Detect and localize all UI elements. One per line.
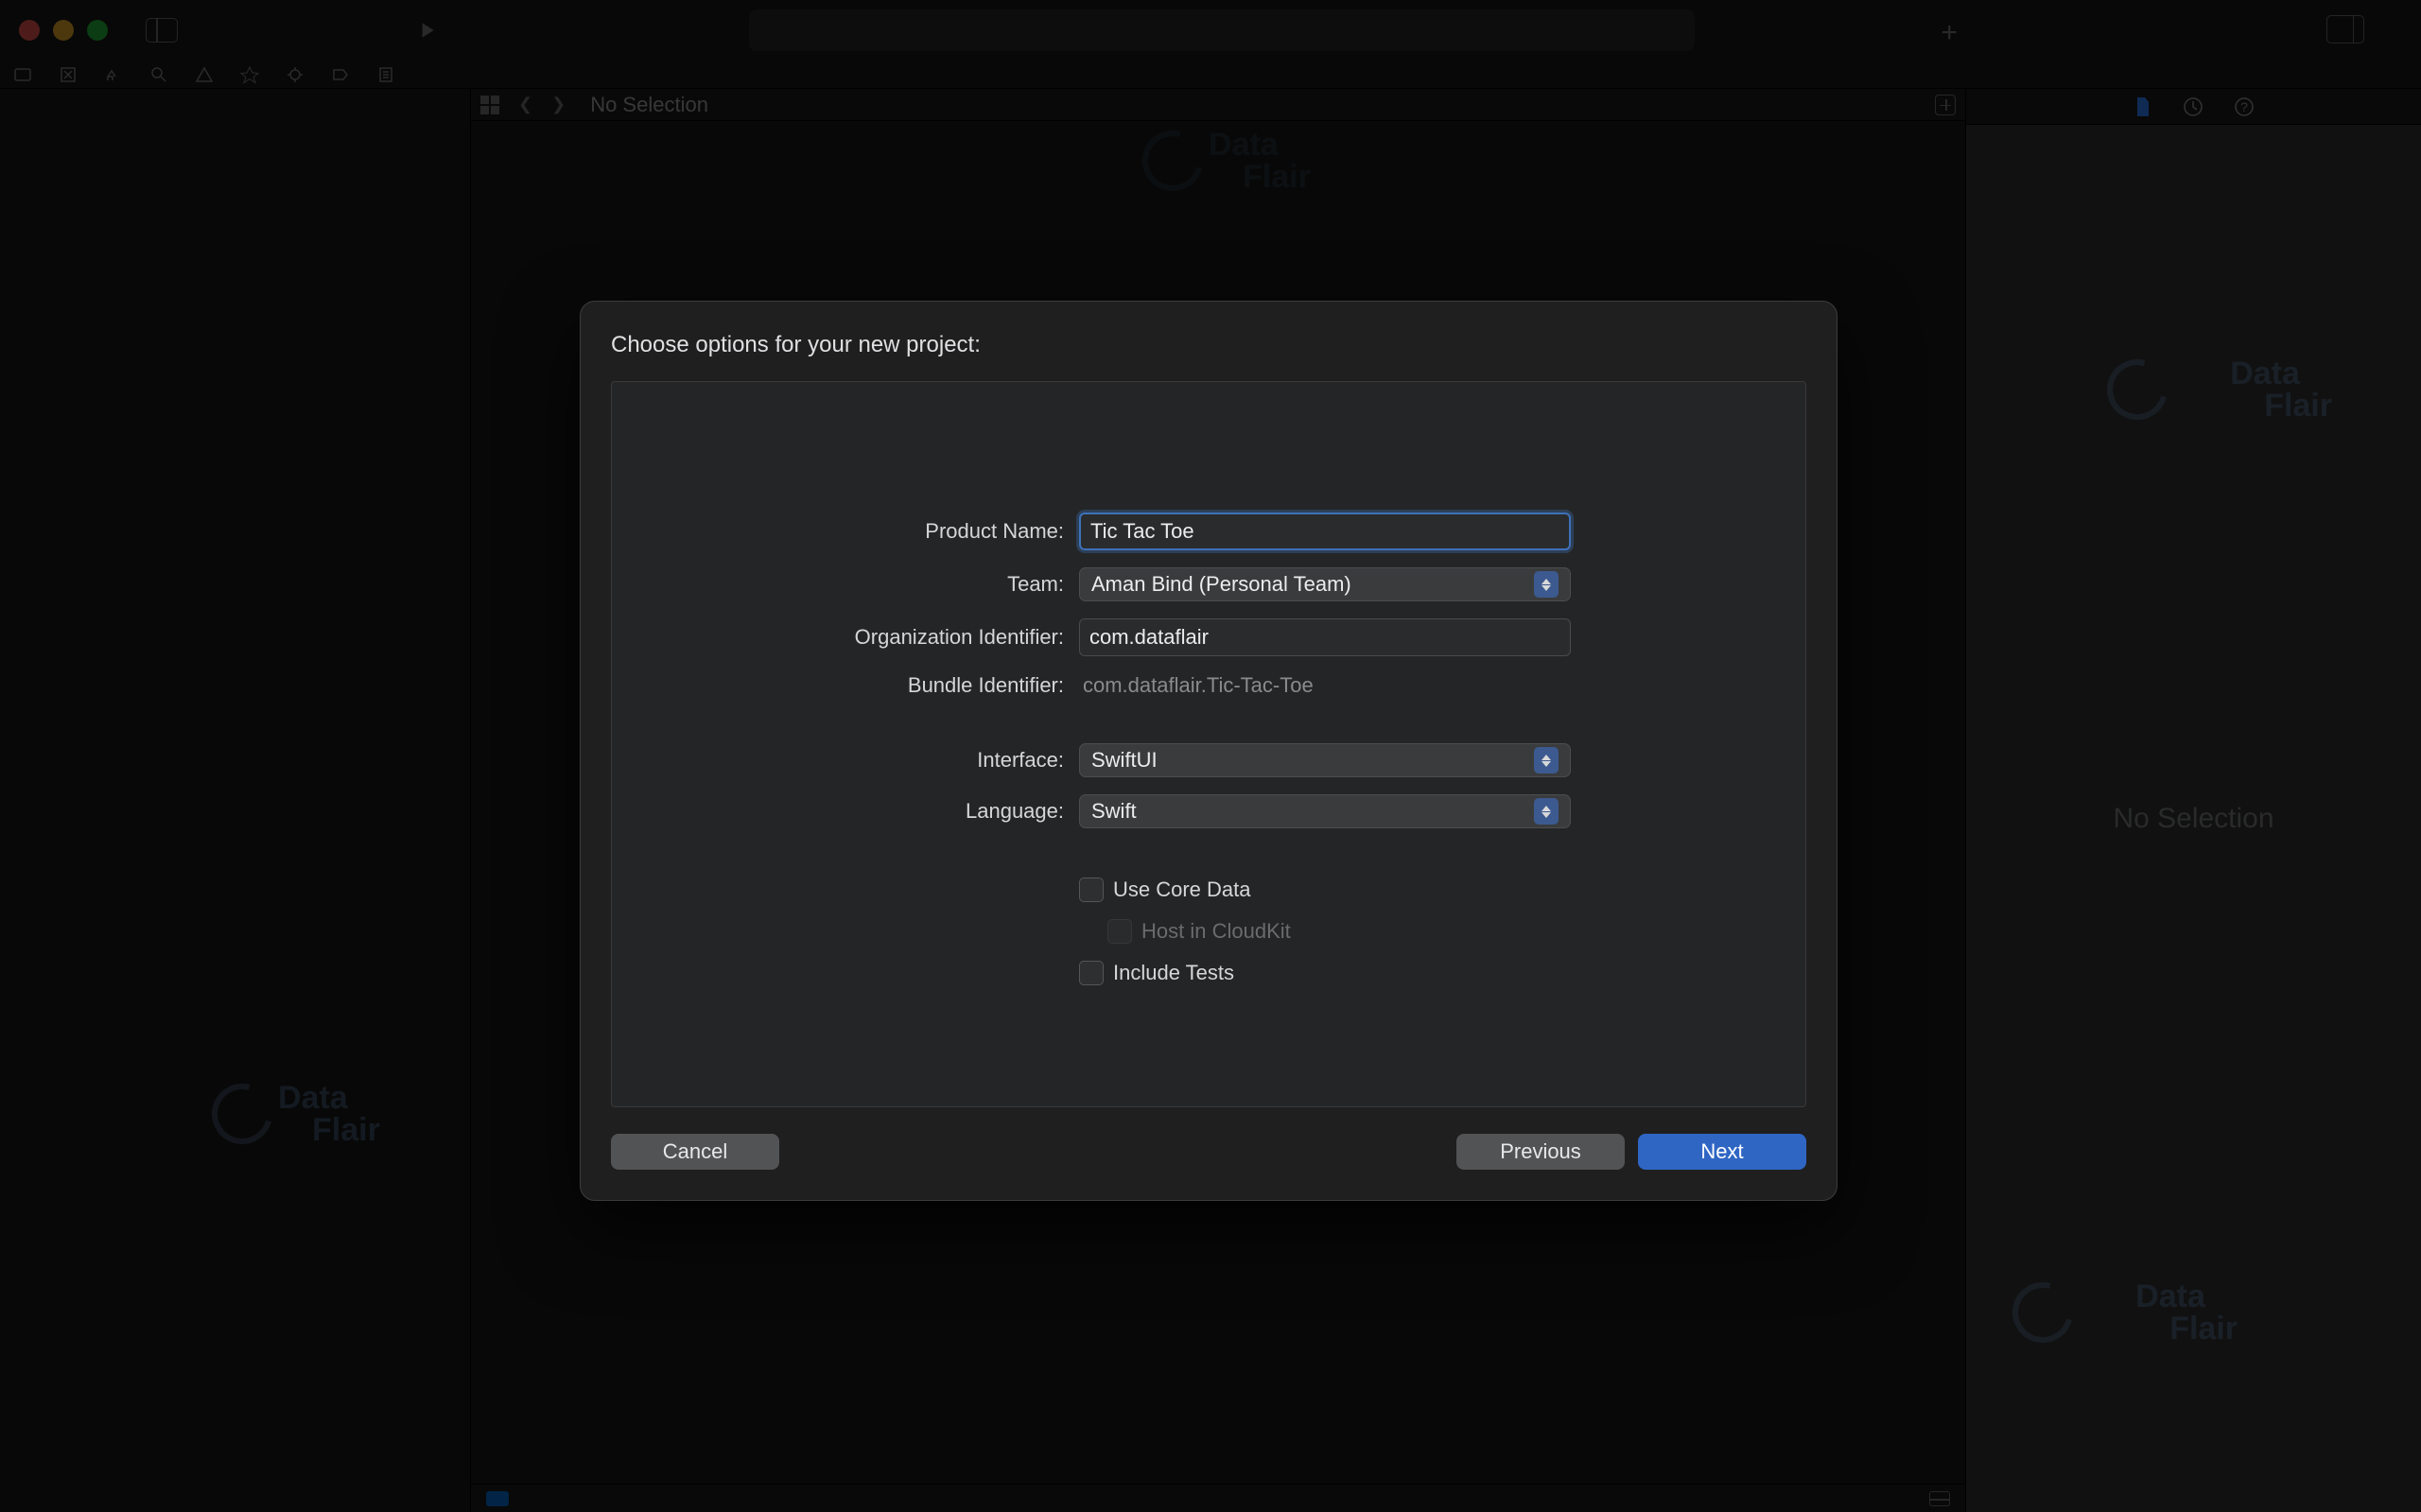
bundle-id-value: com.dataflair.Tic-Tac-Toe <box>1079 673 1573 698</box>
product-name-input[interactable] <box>1079 513 1571 550</box>
core-data-checkbox-row[interactable]: Use Core Data <box>1079 878 1573 902</box>
team-label: Team: <box>845 572 1064 597</box>
org-id-label: Organization Identifier: <box>845 625 1064 650</box>
team-select[interactable]: Aman Bind (Personal Team) <box>1079 567 1571 601</box>
cloudkit-checkbox-row: Host in CloudKit <box>1107 919 1573 944</box>
select-stepper-icon <box>1534 798 1559 825</box>
checkbox-icon <box>1107 919 1132 944</box>
language-label: Language: <box>845 799 1064 824</box>
select-stepper-icon <box>1534 571 1559 598</box>
checkbox-icon[interactable] <box>1079 961 1104 985</box>
sheet-form-area: Product Name: Team: Aman Bind (Personal … <box>611 381 1806 1107</box>
core-data-checkbox-label: Use Core Data <box>1113 878 1251 902</box>
interface-select[interactable]: SwiftUI <box>1079 743 1571 777</box>
interface-select-value: SwiftUI <box>1091 748 1158 773</box>
checkbox-icon[interactable] <box>1079 878 1104 902</box>
previous-button[interactable]: Previous <box>1456 1134 1625 1170</box>
select-stepper-icon <box>1534 747 1559 773</box>
org-id-input[interactable] <box>1079 618 1571 656</box>
include-tests-checkbox-row[interactable]: Include Tests <box>1079 961 1573 985</box>
new-project-options-sheet: Choose options for your new project: Pro… <box>580 301 1838 1201</box>
next-button[interactable]: Next <box>1638 1134 1806 1170</box>
language-select-value: Swift <box>1091 799 1137 824</box>
product-name-label: Product Name: <box>845 519 1064 544</box>
cloudkit-checkbox-label: Host in CloudKit <box>1141 919 1291 944</box>
interface-label: Interface: <box>845 748 1064 773</box>
sheet-title: Choose options for your new project: <box>611 332 1806 358</box>
sheet-button-row: Cancel Previous Next <box>611 1134 1806 1170</box>
cancel-button[interactable]: Cancel <box>611 1134 779 1170</box>
language-select[interactable]: Swift <box>1079 794 1571 828</box>
include-tests-checkbox-label: Include Tests <box>1113 961 1234 985</box>
team-select-value: Aman Bind (Personal Team) <box>1091 572 1351 597</box>
bundle-id-label: Bundle Identifier: <box>845 673 1064 698</box>
